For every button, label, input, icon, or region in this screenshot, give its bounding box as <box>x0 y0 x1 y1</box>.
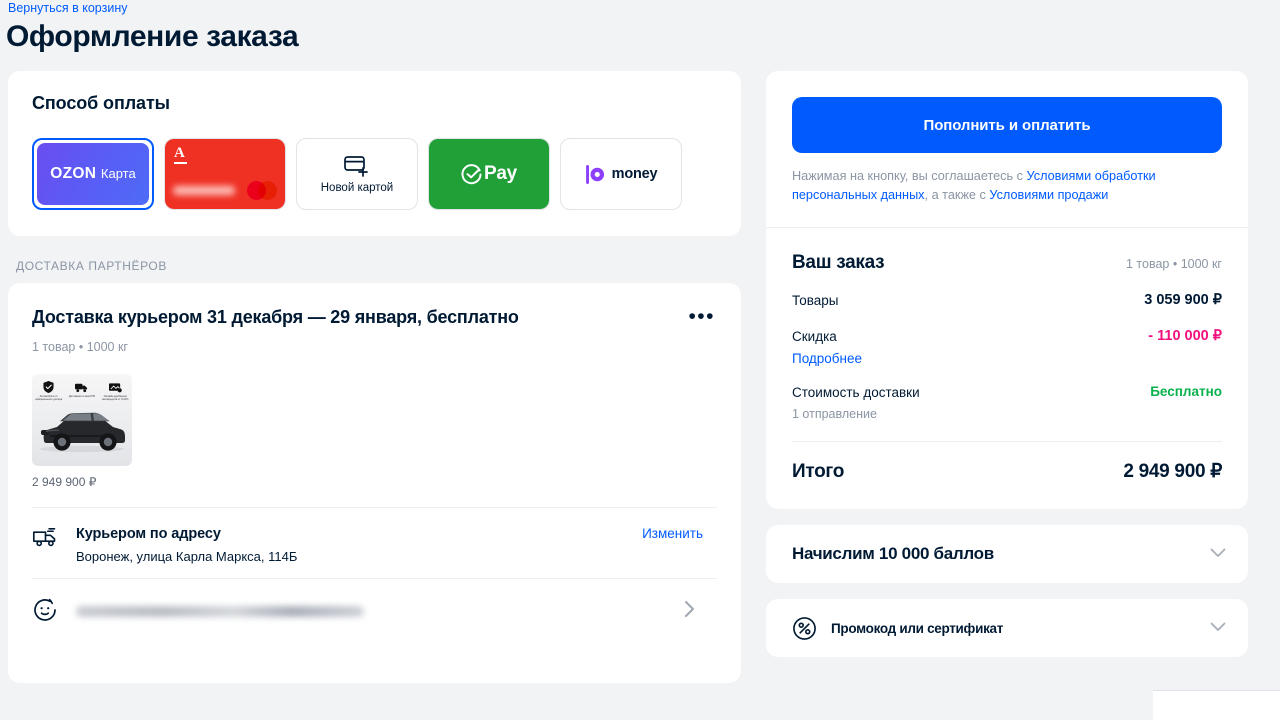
ozon-card-art: OZON Карта <box>37 143 149 205</box>
divider <box>792 441 1222 442</box>
alfa-bank-logo: A <box>174 145 187 164</box>
payment-tile-new-card[interactable]: Новой картой <box>296 138 418 210</box>
chevron-down-icon <box>1210 545 1226 563</box>
truck-icon <box>68 381 96 393</box>
add-card-icon <box>344 155 370 177</box>
topup-and-pay-button[interactable]: Пополнить и оплатить <box>792 97 1222 153</box>
summary-value: - 110 000 ₽ <box>1148 328 1222 344</box>
address-value: Воронеж, улица Карла Маркса, 114Б <box>76 549 298 564</box>
summary-row-delivery: Стоимость доставки 1 отправление Бесплат… <box>792 384 1222 421</box>
summary-row-discount: Скидка Подробнее - 110 000 ₽ <box>792 328 1222 366</box>
agreement-middle: , а также с <box>924 188 990 202</box>
agreement-prefix: Нажимая на кнопку, вы соглашаетесь с <box>792 169 1027 183</box>
sberpay-art: Pay <box>429 139 549 209</box>
alfa-card-art: A <box>165 139 285 209</box>
shipment-count: 1 отправление <box>792 407 877 421</box>
bottom-floating-widget[interactable] <box>1153 690 1280 720</box>
yoomoney-mark <box>585 164 604 184</box>
summary-key: Скидка <box>792 329 837 344</box>
badge-official-dealer: Автомобили от официального дилера <box>35 381 63 402</box>
left-column: Способ оплаты OZON Карта A Новой картой … <box>8 71 741 683</box>
discount-details-link[interactable]: Подробнее <box>792 351 862 366</box>
summary-row-goods: Товары 3 059 900 ₽ <box>792 292 1222 310</box>
total-label: Итого <box>792 460 845 482</box>
order-summary-card: Пополнить и оплатить Нажимая на кнопку, … <box>766 71 1248 509</box>
payment-tile-sber-pay[interactable]: Pay <box>428 138 550 210</box>
accordion-bonus-points[interactable]: Начислим 10 000 баллов <box>766 525 1248 583</box>
summary-value: 3 059 900 ₽ <box>1144 292 1222 308</box>
product-thumbnail[interactable]: Автомобили от официального дилера Достав… <box>32 374 132 466</box>
order-header: Ваш заказ 1 товар • 1000 кг <box>792 252 1222 274</box>
courier-truck-icon <box>32 526 76 553</box>
accordion-title: Промокод или сертификат <box>831 620 1004 636</box>
badge-delivery: Доставим по всей РФ <box>68 381 96 402</box>
page-title: Оформление заказа <box>6 20 299 53</box>
credit-approval-icon <box>101 381 129 393</box>
sale-terms-link[interactable]: Условиями продажи <box>989 188 1108 202</box>
shield-icon <box>35 381 63 393</box>
yoomoney-logo: money <box>585 164 658 184</box>
back-to-cart-link[interactable]: Вернуться в корзину <box>8 0 127 16</box>
product-block: Автомобили от официального дилера Достав… <box>32 374 717 489</box>
change-address-button[interactable]: Изменить <box>642 526 717 541</box>
payment-method-title: Способ оплаты <box>32 93 170 113</box>
shipment-more-menu-button[interactable]: ••• <box>686 306 717 327</box>
address-title: Курьером по адресу <box>76 526 221 542</box>
mastercard-icon <box>247 181 277 200</box>
accordion-promo-code[interactable]: Промокод или сертификат <box>766 599 1248 657</box>
payment-method-card: Способ оплаты OZON Карта A Новой картой … <box>8 71 741 236</box>
summary-value: Бесплатно <box>1150 384 1222 399</box>
right-column: Пополнить и оплатить Нажимая на кнопку, … <box>766 71 1248 657</box>
chevron-down-icon <box>1210 619 1226 637</box>
card-number-masked <box>173 186 235 195</box>
payment-tile-ozon-card[interactable]: OZON Карта <box>32 138 154 210</box>
order-title: Ваш заказ <box>792 252 885 273</box>
summary-key: Товары <box>792 293 839 308</box>
shipment-card: Доставка курьером 31 декабря — 29 января… <box>8 283 741 683</box>
recipient-name-masked <box>76 606 364 617</box>
badge-credit: Онлайн-одобрение автокредита от 0,01% <box>101 381 129 402</box>
badge-label: Автомобили от официального дилера <box>35 394 63 402</box>
chevron-right-icon <box>684 600 717 623</box>
shipment-title: Доставка курьером 31 декабря — 29 января… <box>32 307 519 327</box>
ozon-logo: OZON Карта <box>50 165 136 182</box>
payment-tile-yoo-money[interactable]: money <box>560 138 682 210</box>
badge-label: Онлайн-одобрение автокредита от 0,01% <box>102 394 129 402</box>
total-value: 2 949 900 ₽ <box>1123 461 1222 482</box>
summary-key: Стоимость доставки <box>792 385 920 400</box>
order-meta: 1 товар • 1000 кг <box>1126 257 1222 271</box>
address-row: Курьером по адресу Воронеж, улица Карла … <box>32 508 717 578</box>
check-circle-icon <box>461 163 482 184</box>
sberpay-logo: Pay <box>461 163 517 185</box>
recipient-face-icon <box>32 595 76 628</box>
shipment-subtitle: 1 товар • 1000 кг <box>32 340 128 354</box>
order-total: Итого 2 949 900 ₽ <box>792 460 1222 483</box>
car-photo <box>40 412 125 453</box>
payment-method-list: OZON Карта A Новой картой Pay money <box>32 138 717 210</box>
address-text: Курьером по адресу Воронеж, улица Карла … <box>76 526 642 564</box>
new-card-label: Новой картой <box>320 181 394 194</box>
partner-delivery-label: ДОСТАВКА ПАРТНЁРОВ <box>16 259 167 273</box>
agreement-text: Нажимая на кнопку, вы соглашаетесь с Усл… <box>792 167 1222 205</box>
product-price: 2 949 900 ₽ <box>32 475 97 489</box>
accordion-title: Начислим 10 000 баллов <box>792 544 994 563</box>
order-details: Ваш заказ 1 товар • 1000 кг Товары 3 059… <box>766 228 1248 509</box>
product-badges: Автомобили от официального дилера Достав… <box>32 381 132 402</box>
shipment-header: Доставка курьером 31 декабря — 29 января… <box>32 306 717 328</box>
promo-percent-icon <box>792 616 817 641</box>
checkout-page: Вернуться в корзину Оформление заказа Сп… <box>0 0 1280 720</box>
badge-label: Доставим по всей РФ <box>69 394 95 399</box>
payment-tile-alfa-card[interactable]: A <box>164 138 286 210</box>
recipient-row[interactable] <box>32 579 717 646</box>
